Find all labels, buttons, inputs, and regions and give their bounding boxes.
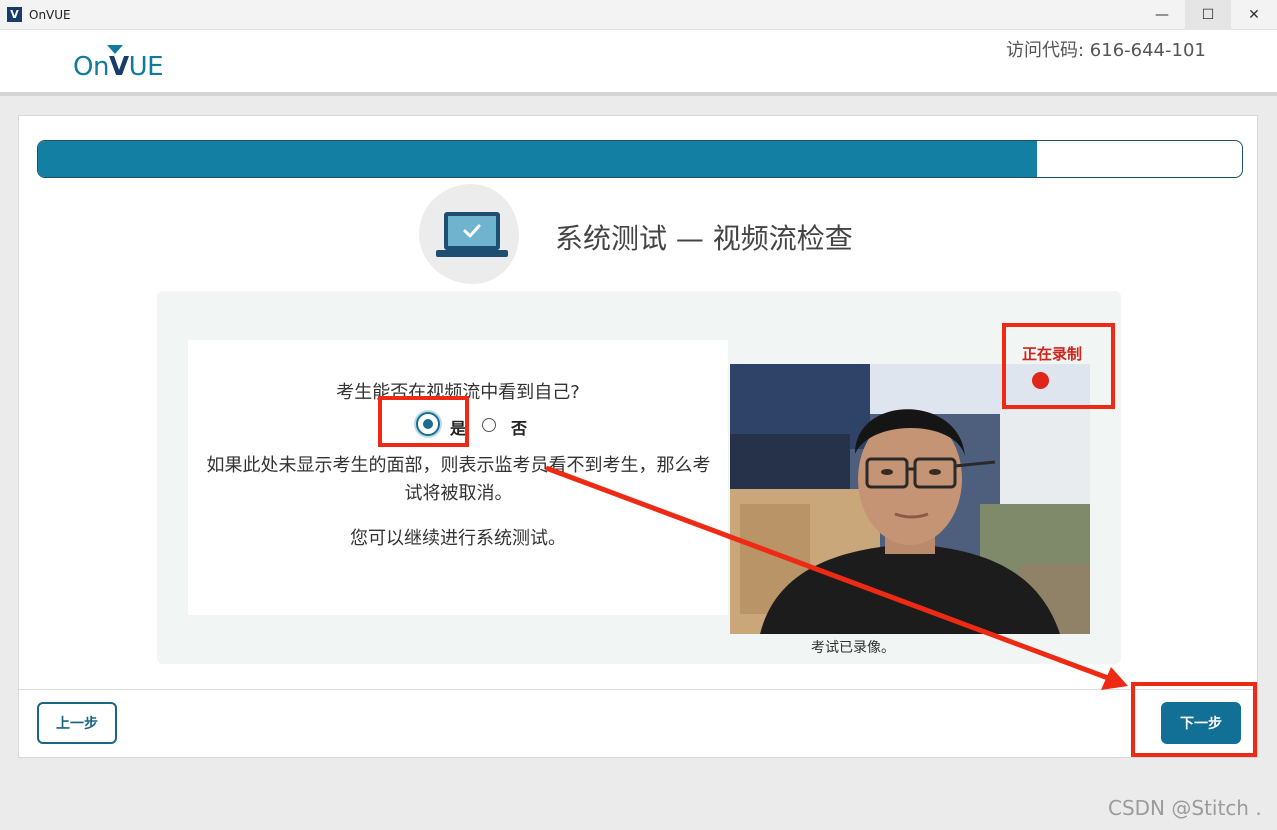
annotation-arrow-icon	[545, 465, 1128, 690]
watermark: CSDN @Stitch .	[1108, 796, 1262, 820]
